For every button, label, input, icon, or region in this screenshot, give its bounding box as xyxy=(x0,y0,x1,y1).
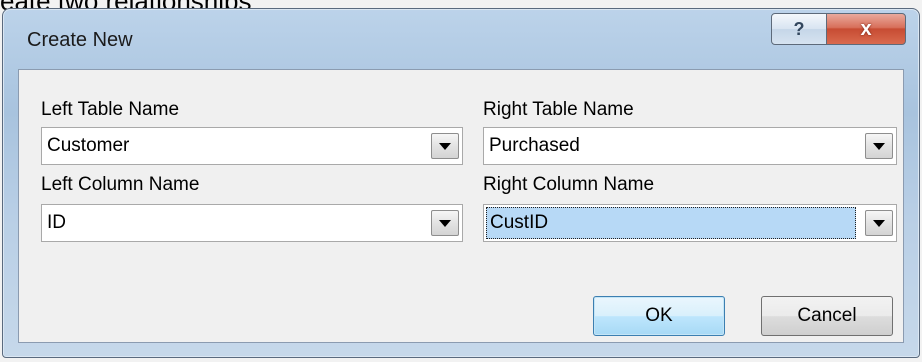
left-column-name-value: ID xyxy=(47,212,66,233)
help-button[interactable]: ? xyxy=(771,13,827,45)
create-new-dialog: Create New ? x Left Table Name Customer … xyxy=(2,8,920,358)
right-column-name-label: Right Column Name xyxy=(483,174,655,195)
chevron-down-icon xyxy=(873,219,885,227)
right-table-dropdown-button[interactable] xyxy=(865,133,893,159)
left-column-name-label: Left Column Name xyxy=(41,174,200,195)
left-column-dropdown-button[interactable] xyxy=(431,210,459,236)
chevron-down-icon xyxy=(873,142,885,150)
left-column-name-combo[interactable]: ID xyxy=(41,204,463,242)
help-icon: ? xyxy=(793,18,805,39)
cancel-button[interactable]: Cancel xyxy=(761,296,893,336)
right-column-dropdown-button[interactable] xyxy=(865,210,893,236)
left-table-dropdown-button[interactable] xyxy=(431,133,459,159)
left-table-name-value: Customer xyxy=(47,135,130,156)
right-column-name-combo[interactable]: CustID xyxy=(483,204,897,242)
right-column-name-value: CustID xyxy=(486,207,856,239)
right-table-name-value: Purchased xyxy=(489,135,580,156)
chevron-down-icon xyxy=(439,219,451,227)
left-table-name-label: Left Table Name xyxy=(41,99,180,120)
dialog-client-area: Left Table Name Customer Right Table Nam… xyxy=(18,69,904,343)
ok-button[interactable]: OK xyxy=(593,296,725,336)
close-icon: x xyxy=(860,17,872,40)
dialog-title: Create New xyxy=(27,29,133,51)
close-button[interactable]: x xyxy=(826,13,906,45)
chevron-down-icon xyxy=(439,142,451,150)
left-table-name-combo[interactable]: Customer xyxy=(41,127,463,165)
right-table-name-label: Right Table Name xyxy=(483,99,634,120)
right-table-name-combo[interactable]: Purchased xyxy=(483,127,897,165)
dialog-titlebar[interactable]: Create New ? x xyxy=(3,9,919,67)
